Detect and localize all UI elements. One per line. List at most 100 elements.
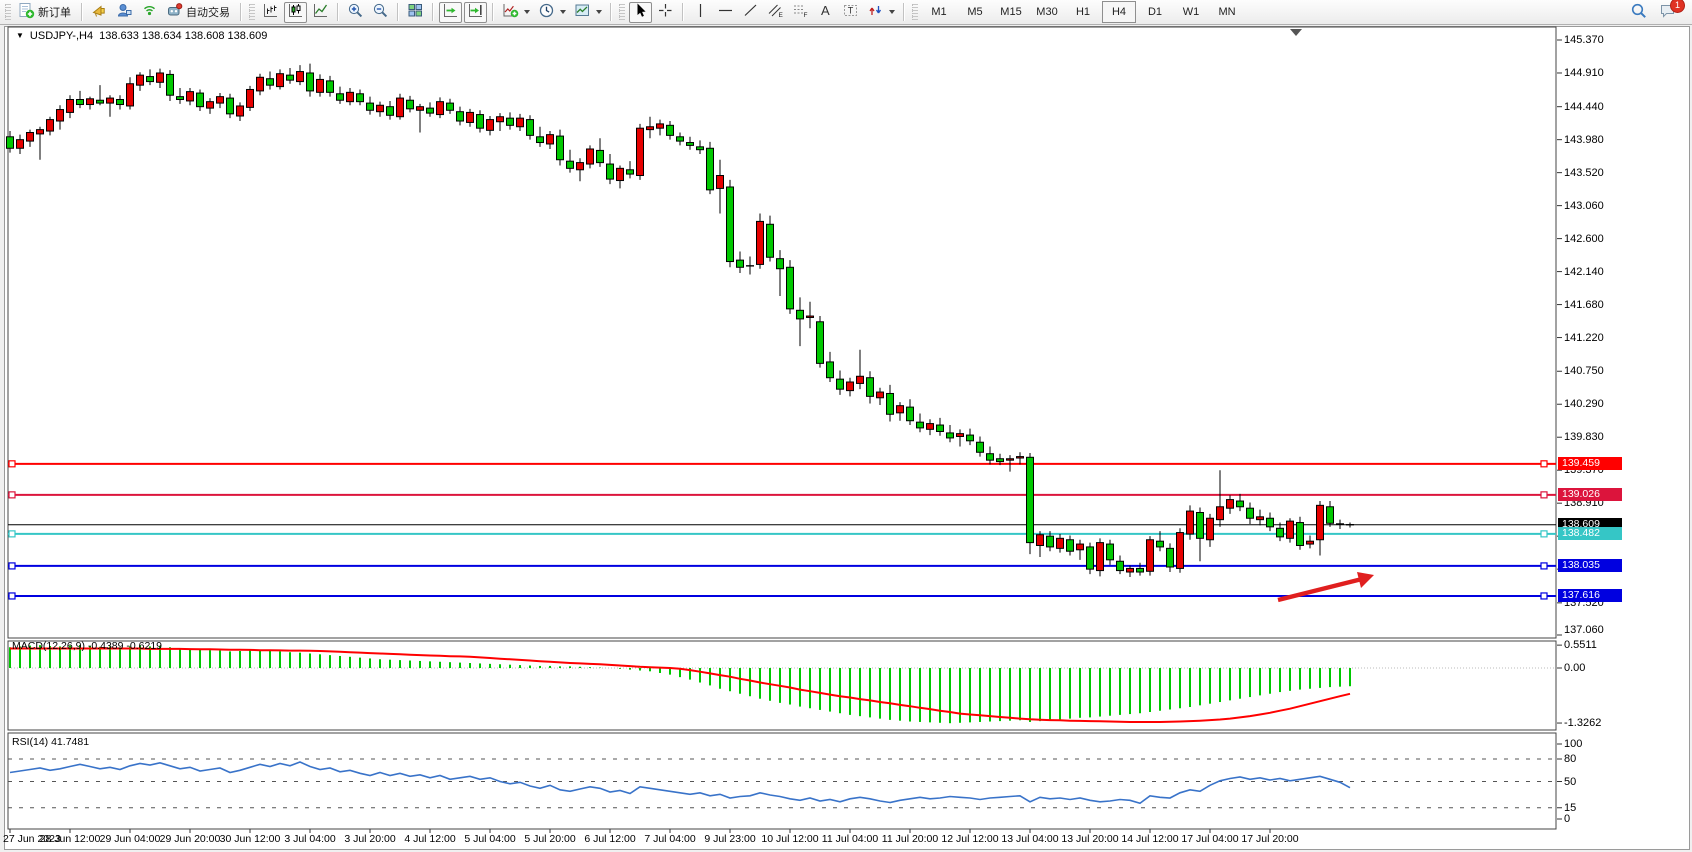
hline-price-label[interactable]: 139.459 bbox=[1558, 457, 1622, 470]
price-tick-label: 143.520 bbox=[1564, 167, 1604, 179]
zoom-out-button[interactable] bbox=[369, 2, 392, 23]
hline-handle[interactable] bbox=[9, 593, 15, 599]
timeframe-W1[interactable]: W1 bbox=[1174, 1, 1208, 23]
hline-handle[interactable] bbox=[1541, 563, 1547, 569]
notification-badge: 1 bbox=[1670, 0, 1685, 13]
price-tick-label: 145.370 bbox=[1564, 34, 1604, 46]
search-button[interactable] bbox=[1627, 2, 1651, 23]
tile-windows-icon bbox=[407, 2, 424, 22]
crosshair-button[interactable] bbox=[654, 2, 677, 23]
timeframe-M15[interactable]: M15 bbox=[994, 1, 1028, 23]
bar-chart-button[interactable] bbox=[259, 2, 282, 23]
price-tick-label: 144.910 bbox=[1564, 67, 1604, 79]
svg-text:F: F bbox=[804, 12, 808, 19]
hline-handle[interactable] bbox=[9, 461, 15, 467]
collapse-triangle-icon: ▼ bbox=[16, 32, 24, 40]
trendline-button[interactable] bbox=[739, 2, 762, 23]
indicators-button[interactable] bbox=[499, 2, 533, 23]
trendline-icon bbox=[742, 2, 759, 22]
date-tick-label: 13 Jul 04:00 bbox=[1001, 833, 1058, 845]
arrow-shapes-button[interactable] bbox=[864, 2, 898, 23]
hline-handle[interactable] bbox=[1541, 593, 1547, 599]
hline-price-label[interactable]: 138.035 bbox=[1558, 559, 1622, 572]
date-tick-label: 3 Jul 20:00 bbox=[344, 833, 395, 845]
hline-handle[interactable] bbox=[9, 531, 15, 537]
hline-price-label[interactable]: 137.616 bbox=[1558, 589, 1622, 602]
date-tick-label: 6 Jul 12:00 bbox=[584, 833, 635, 845]
macd-tick-label: 0.00 bbox=[1564, 662, 1585, 674]
horizontal-line-icon bbox=[717, 2, 734, 22]
zoom-in-button[interactable] bbox=[344, 2, 367, 23]
date-tick-label: 29 Jun 04:00 bbox=[100, 833, 161, 845]
date-tick-label: 10 Jul 12:00 bbox=[761, 833, 818, 845]
crosshair-icon bbox=[657, 2, 674, 22]
chart-symbol-period: USDJPY-,H4 bbox=[30, 30, 93, 42]
signals-button[interactable] bbox=[138, 2, 161, 23]
auto-scroll-button[interactable] bbox=[439, 2, 462, 23]
price-tick-label: 141.220 bbox=[1564, 332, 1604, 344]
date-tick-label: 3 Jul 04:00 bbox=[284, 833, 335, 845]
new-order-icon bbox=[18, 2, 35, 22]
toolbar-grip bbox=[619, 4, 625, 20]
chart-shift-button[interactable] bbox=[464, 2, 487, 23]
toolbar-separator bbox=[337, 3, 339, 21]
bar-chart-icon bbox=[262, 2, 279, 22]
rsi-line bbox=[10, 762, 1350, 803]
timeframe-M1[interactable]: M1 bbox=[922, 1, 956, 23]
chart-canvas[interactable] bbox=[0, 0, 1692, 852]
fibonacci-button[interactable]: F bbox=[789, 2, 812, 23]
hline-handle[interactable] bbox=[1541, 492, 1547, 498]
toolbar-separator bbox=[432, 3, 434, 21]
hline-handle[interactable] bbox=[1541, 531, 1547, 537]
notifications-button[interactable]: 1 bbox=[1656, 2, 1681, 23]
toolbar-grip bbox=[249, 4, 255, 20]
line-chart-button[interactable] bbox=[309, 2, 332, 23]
vertical-line-button[interactable] bbox=[689, 2, 712, 23]
rsi-tick-label: 0 bbox=[1564, 813, 1570, 825]
timeframe-MN[interactable]: MN bbox=[1210, 1, 1244, 23]
community-button[interactable] bbox=[113, 2, 136, 23]
macd-layer bbox=[8, 645, 1556, 723]
price-tick-label: 140.290 bbox=[1564, 398, 1604, 410]
date-tick-label: 13 Jul 20:00 bbox=[1061, 833, 1118, 845]
tile-windows-button[interactable] bbox=[404, 2, 427, 23]
candlestick-chart-icon bbox=[287, 2, 304, 22]
indicators-dropdown-caret bbox=[524, 10, 530, 14]
price-tick-label: 143.980 bbox=[1564, 134, 1604, 146]
signals-icon bbox=[141, 2, 158, 22]
autotrading-button[interactable]: 自动交易 bbox=[163, 2, 235, 23]
zoom-out-icon bbox=[372, 2, 389, 22]
timeframe-M5[interactable]: M5 bbox=[958, 1, 992, 23]
candlestick-chart-button[interactable] bbox=[284, 2, 307, 23]
price-tick-label: 143.060 bbox=[1564, 200, 1604, 212]
horizontal-line-button[interactable] bbox=[714, 2, 737, 23]
shapes-dropdown-caret bbox=[889, 10, 895, 14]
equidistant-channel-button[interactable]: E bbox=[764, 2, 787, 23]
timeframe-D1[interactable]: D1 bbox=[1138, 1, 1172, 23]
timeframe-H4[interactable]: H4 bbox=[1102, 1, 1136, 23]
hline-handle[interactable] bbox=[9, 492, 15, 498]
text-label-button[interactable]: T bbox=[839, 2, 862, 23]
hline-handle[interactable] bbox=[9, 563, 15, 569]
megaphone-button[interactable] bbox=[88, 2, 111, 23]
timeframe-H1[interactable]: H1 bbox=[1066, 1, 1100, 23]
text-button[interactable]: A bbox=[814, 2, 837, 23]
periods-button[interactable] bbox=[535, 2, 569, 23]
cursor-button[interactable] bbox=[629, 2, 652, 23]
templates-button[interactable] bbox=[571, 2, 605, 23]
date-tick-label: 9 Jul 23:00 bbox=[704, 833, 755, 845]
hline-handle[interactable] bbox=[1541, 461, 1547, 467]
timeframe-M30[interactable]: M30 bbox=[1030, 1, 1064, 23]
hline-price-label[interactable]: 138.482 bbox=[1558, 527, 1622, 540]
price-tick-label: 141.680 bbox=[1564, 299, 1604, 311]
date-tick-label: 5 Jul 04:00 bbox=[464, 833, 515, 845]
autotrading-icon bbox=[166, 2, 183, 22]
toolbar-separator bbox=[682, 3, 684, 21]
chart-title-bar: ▼ USDJPY-,H4 138.633 138.634 138.608 138… bbox=[16, 30, 267, 42]
chart-shift-icon bbox=[467, 2, 484, 22]
new-order-button[interactable]: 新订单 bbox=[15, 2, 76, 23]
rsi-tick-label: 80 bbox=[1564, 753, 1576, 765]
timeframe-group: M1M5M15M30H1H4D1W1MN bbox=[921, 1, 1245, 23]
toolbar-separator bbox=[81, 3, 83, 21]
hline-price-label[interactable]: 139.026 bbox=[1558, 488, 1622, 501]
